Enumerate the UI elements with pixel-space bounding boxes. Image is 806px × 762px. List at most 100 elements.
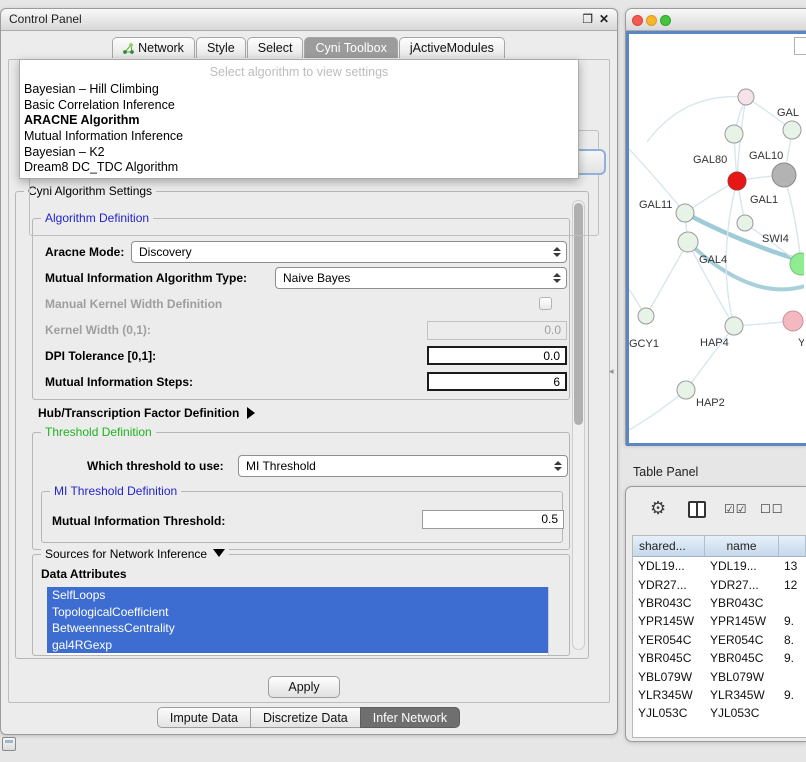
table-row[interactable]: YBR043CYBR043C: [633, 594, 806, 612]
settings-scrollbar[interactable]: [572, 200, 585, 650]
table-cell[interactable]: YBL079W: [705, 670, 779, 684]
mi-steps-field[interactable]: 6: [427, 372, 567, 391]
minimized-panel-icon[interactable]: [2, 737, 16, 751]
bottom-tab-discretize-data[interactable]: Discretize Data: [250, 707, 361, 728]
table-row[interactable]: YJL053CYJL053C: [633, 704, 806, 722]
network-node[interactable]: [738, 89, 754, 105]
network-node[interactable]: [772, 163, 796, 187]
table-cell[interactable]: 9.: [779, 651, 806, 665]
table-cell[interactable]: YBR045C: [705, 651, 779, 665]
select-all-columns-icon[interactable]: ☑☑: [724, 502, 748, 516]
attribute-item-selfloops[interactable]: SelfLoops: [47, 587, 548, 604]
table-row[interactable]: YER054CYER054C8.: [633, 631, 806, 649]
table-cell[interactable]: YPR145W: [633, 614, 705, 628]
table-cell[interactable]: YBR045C: [633, 651, 705, 665]
tab-label: Cyni Toolbox: [315, 38, 386, 58]
apply-button[interactable]: Apply: [268, 676, 340, 698]
network-view-window: GALGAL80GAL10GAL11GAL1SWI4GAL4GCY1HAP4YH…: [625, 8, 806, 445]
hub-tf-section-toggle[interactable]: Hub/Transcription Factor Definition: [38, 404, 255, 422]
table-cell[interactable]: YDR27...: [633, 578, 705, 592]
close-window-icon[interactable]: ✕: [599, 12, 609, 27]
table-cell[interactable]: 12: [779, 578, 806, 592]
table-cell[interactable]: YJL053C: [705, 706, 779, 720]
network-scrollbar-stub[interactable]: [794, 37, 806, 55]
kernel-width-field[interactable]: 0.0: [427, 321, 567, 340]
tab-select[interactable]: Select: [247, 37, 304, 58]
algo-option-bayesian-hill-climbing[interactable]: Bayesian – Hill Climbing: [20, 82, 578, 98]
tab-jactivemodules[interactable]: jActiveModules: [399, 37, 505, 58]
table-cell[interactable]: YBL079W: [633, 670, 705, 684]
algo-option-mutual-information-inference[interactable]: Mutual Information Inference: [20, 129, 578, 145]
network-node[interactable]: [728, 172, 746, 190]
table-row[interactable]: YPR145WYPR145W9.: [633, 612, 806, 630]
table-cell[interactable]: YER054C: [633, 633, 705, 647]
table-cell[interactable]: YDL19...: [633, 559, 705, 573]
table-cell[interactable]: YJL053C: [633, 706, 705, 720]
mi-algorithm-type-value: Naive Bayes: [276, 268, 566, 288]
dpi-tolerance-field[interactable]: 0.0: [427, 346, 567, 365]
mi-algorithm-type-select[interactable]: Naive Bayes: [275, 267, 567, 289]
network-canvas[interactable]: GALGAL80GAL10GAL11GAL1SWI4GAL4GCY1HAP4YH…: [626, 31, 806, 446]
table-cell[interactable]: 8.: [779, 633, 806, 647]
settings-scrollbar-thumb[interactable]: [574, 203, 583, 425]
algo-option-aracne-algorithm[interactable]: ARACNE Algorithm: [20, 113, 578, 129]
splitter-handle[interactable]: ◂: [609, 366, 614, 377]
table-cell[interactable]: 13: [779, 559, 806, 573]
tab-network[interactable]: Network: [112, 37, 195, 58]
table-cell[interactable]: YLR345W: [705, 688, 779, 702]
aracne-mode-select[interactable]: Discovery: [131, 241, 567, 263]
tab-cyni-toolbox[interactable]: Cyni Toolbox: [304, 37, 397, 58]
tab-style[interactable]: Style: [196, 37, 246, 58]
table-cell[interactable]: YBR043C: [633, 596, 705, 610]
deselect-all-columns-icon[interactable]: ☐☐: [760, 502, 784, 516]
network-node[interactable]: [725, 317, 743, 335]
network-node[interactable]: [638, 308, 654, 324]
float-window-icon[interactable]: ❐: [582, 12, 593, 27]
network-node[interactable]: [737, 215, 753, 231]
sources-group-title[interactable]: Sources for Network Inference: [41, 547, 229, 561]
mac-zoom-button[interactable]: [660, 15, 671, 26]
bottom-tab-impute-data[interactable]: Impute Data: [157, 707, 251, 728]
algo-option-bayesian-k2[interactable]: Bayesian – K2: [20, 145, 578, 161]
table-row[interactable]: YLR345WYLR345W9.: [633, 686, 806, 704]
algo-option-dream8-dc-tdc-algorithm[interactable]: Dream8 DC_TDC Algorithm: [20, 160, 578, 176]
columns-icon[interactable]: [688, 501, 706, 518]
mi-threshold-field[interactable]: 0.5: [422, 510, 564, 529]
manual-kernel-width-checkbox[interactable]: [539, 297, 552, 310]
mac-close-button[interactable]: [632, 15, 643, 26]
table-row[interactable]: YDL19...YDL19...13: [633, 557, 806, 575]
column-header-name[interactable]: name: [705, 536, 779, 556]
bottom-tab-infer-network[interactable]: Infer Network: [360, 707, 460, 728]
network-node[interactable]: [783, 311, 803, 331]
table-cell[interactable]: YPR145W: [705, 614, 779, 628]
which-threshold-select[interactable]: MI Threshold: [238, 455, 568, 477]
table-cell[interactable]: YER054C: [705, 633, 779, 647]
algo-option-basic-correlation-inference[interactable]: Basic Correlation Inference: [20, 98, 578, 114]
table-cell[interactable]: 9.: [779, 688, 806, 702]
table-cell[interactable]: 9.: [779, 614, 806, 628]
table-row[interactable]: YBL079WYBL079W: [633, 667, 806, 685]
network-node[interactable]: [678, 232, 698, 252]
column-header-shared[interactable]: shared...: [633, 536, 705, 556]
table-cell[interactable]: YDL19...: [705, 559, 779, 573]
control-panel-titlebar[interactable]: Control Panel ❐ ✕: [1, 9, 617, 31]
network-node[interactable]: [783, 121, 801, 139]
table-row[interactable]: YBR045CYBR045C9.: [633, 649, 806, 667]
control-panel-window: Control Panel ❐ ✕ NetworkStyleSelect Cyni…: [0, 8, 618, 735]
table-cell[interactable]: YLR345W: [633, 688, 705, 702]
node-table: shared...name YDL19...YDL19...13YDR27...…: [632, 535, 806, 738]
column-header-extra[interactable]: [779, 536, 806, 556]
mac-minimize-button[interactable]: [646, 15, 657, 26]
network-node[interactable]: [676, 204, 694, 222]
attribute-item-gal4rgexp[interactable]: gal4RGexp: [47, 637, 548, 654]
table-cell[interactable]: YBR043C: [705, 596, 779, 610]
network-window-titlebar[interactable]: [626, 9, 806, 31]
gear-icon[interactable]: ⚙: [650, 499, 666, 517]
network-node[interactable]: [725, 125, 743, 143]
table-row[interactable]: YDR27...YDR27...12: [633, 575, 806, 593]
attribute-item-topologicalcoefficient[interactable]: TopologicalCoefficient: [47, 604, 548, 621]
attribute-item-betweennesscentrality[interactable]: BetweennessCentrality: [47, 620, 548, 637]
list-scrollbar[interactable]: [548, 587, 561, 655]
network-node[interactable]: [677, 381, 695, 399]
table-cell[interactable]: YDR27...: [705, 578, 779, 592]
